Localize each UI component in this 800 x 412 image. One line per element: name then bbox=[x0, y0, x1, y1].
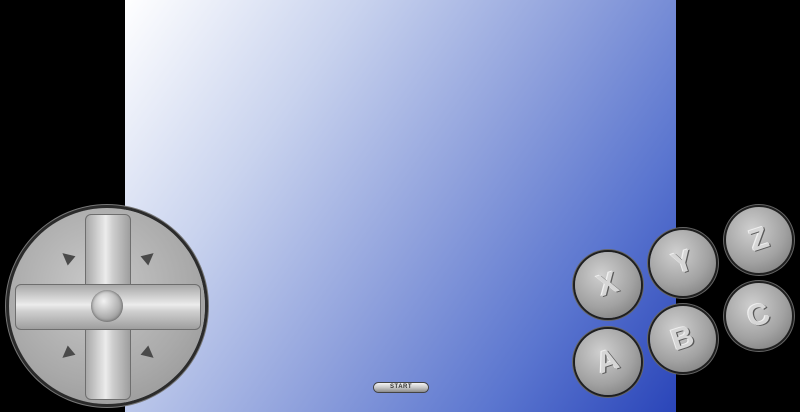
a-button[interactable]: A bbox=[575, 329, 641, 395]
y-button-label: Y bbox=[668, 243, 698, 282]
c-button[interactable]: C bbox=[726, 283, 792, 349]
z-button[interactable]: Z bbox=[726, 207, 792, 273]
b-button[interactable]: B bbox=[650, 306, 716, 372]
c-button-label: C bbox=[743, 296, 775, 335]
a-button-label: A bbox=[592, 342, 624, 381]
x-button[interactable]: X bbox=[575, 252, 641, 318]
dpad[interactable] bbox=[9, 208, 205, 404]
start-button[interactable]: START bbox=[374, 383, 428, 392]
dpad-down-left-arrow-icon[interactable] bbox=[58, 345, 76, 363]
b-button-label: B bbox=[667, 319, 699, 358]
z-button-label: Z bbox=[745, 221, 773, 259]
dpad-up-left-arrow-icon[interactable] bbox=[58, 248, 76, 266]
dpad-down-right-arrow-icon[interactable] bbox=[140, 345, 158, 363]
y-button[interactable]: Y bbox=[650, 230, 716, 296]
start-button-label: START bbox=[389, 384, 413, 390]
x-button-label: X bbox=[593, 265, 623, 304]
dpad-center bbox=[91, 290, 123, 322]
dpad-up-right-arrow-icon[interactable] bbox=[140, 248, 158, 266]
